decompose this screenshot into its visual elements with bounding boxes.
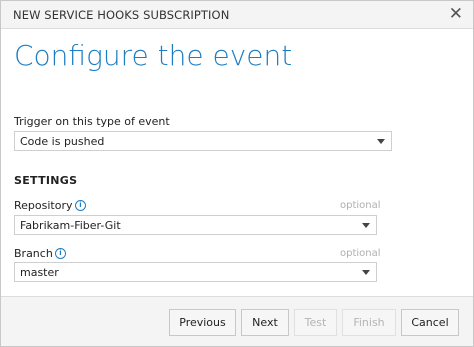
finish-button[interactable]: Finish <box>342 309 396 336</box>
chevron-down-icon <box>362 270 370 275</box>
settings-heading: SETTINGS <box>14 174 78 187</box>
cancel-button[interactable]: Cancel <box>401 309 459 336</box>
chevron-down-icon <box>362 223 370 228</box>
trigger-label: Trigger on this type of event <box>14 115 170 128</box>
trigger-select[interactable]: Code is pushed <box>14 131 392 151</box>
repository-select-value: Fabrikam-Fiber-Git <box>20 219 121 232</box>
repository-label: Repository <box>14 199 73 212</box>
service-hooks-dialog: NEW SERVICE HOOKS SUBSCRIPTION ✕ Configu… <box>0 0 474 347</box>
page-title: Configure the event <box>14 39 293 72</box>
branch-optional: optional <box>340 248 381 259</box>
info-icon[interactable]: i <box>55 248 66 259</box>
test-button[interactable]: Test <box>294 309 337 336</box>
repository-optional: optional <box>340 200 381 211</box>
branch-select-value: master <box>20 266 59 279</box>
repository-select[interactable]: Fabrikam-Fiber-Git <box>14 215 377 235</box>
dialog-titlebar: NEW SERVICE HOOKS SUBSCRIPTION ✕ <box>1 1 473 29</box>
branch-select[interactable]: master <box>14 262 377 282</box>
chevron-down-icon <box>377 139 385 144</box>
next-button[interactable]: Next <box>241 309 289 336</box>
dialog-title: NEW SERVICE HOOKS SUBSCRIPTION <box>13 8 230 22</box>
trigger-select-value: Code is pushed <box>20 135 105 148</box>
dialog-footer: Previous Next Test Finish Cancel <box>1 296 473 346</box>
info-icon[interactable]: i <box>75 200 86 211</box>
close-icon[interactable]: ✕ <box>449 4 463 24</box>
previous-button[interactable]: Previous <box>169 309 236 336</box>
branch-label: Branch <box>14 247 53 260</box>
